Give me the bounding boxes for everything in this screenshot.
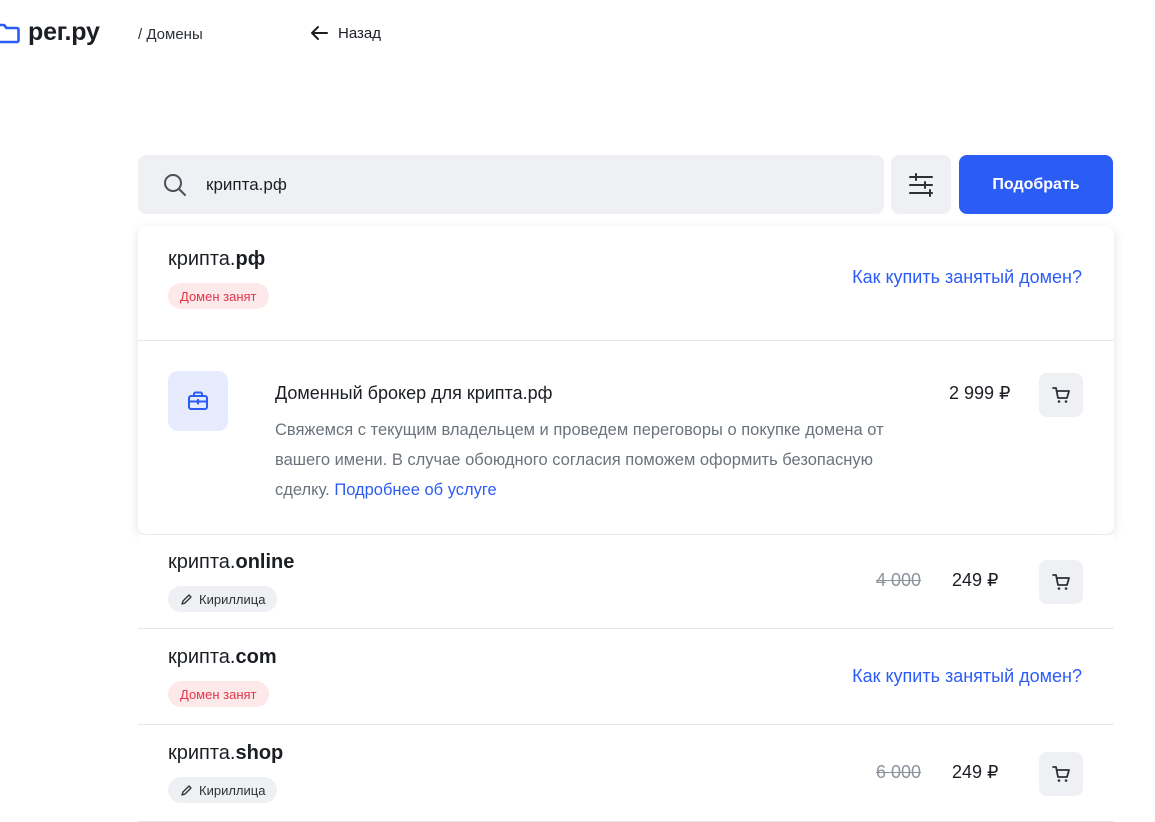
sliders-icon [909, 172, 933, 197]
result-row: крипта.com Домен занят Как купить заняты… [138, 629, 1114, 724]
result-row: крипта.online Кириллица 4 000 249 ₽ [138, 535, 1114, 628]
add-to-cart-button[interactable] [1039, 752, 1083, 796]
search-input[interactable] [206, 174, 846, 195]
cart-icon [1052, 766, 1070, 782]
broker-description: Свяжемся с текущим владельцем и проведем… [275, 421, 884, 499]
top-header: рег.ру / Домены Назад [0, 0, 1155, 66]
arrow-left-icon [311, 26, 328, 40]
pen-icon [181, 784, 192, 796]
broker-title: Доменный брокер для крипта.рф [275, 383, 553, 403]
price: 249 ₽ [952, 570, 999, 590]
cyrillic-badge: Кириллица [168, 586, 278, 612]
add-to-cart-button[interactable] [1039, 373, 1083, 417]
result-row: крипта.shop Кириллица 6 000 249 ₽ [138, 725, 1114, 822]
breadcrumb[interactable]: / Домены [138, 26, 203, 43]
cart-icon [1052, 574, 1070, 590]
back-button[interactable]: Назад [308, 22, 381, 44]
broker-icon-box [168, 371, 228, 431]
old-price: 6 000 [876, 762, 922, 782]
pick-button[interactable]: Подобрать [959, 155, 1113, 214]
how-to-buy-link[interactable]: Как купить занятый домен? [852, 666, 1082, 687]
domain-name: крипта.shop [168, 742, 284, 764]
status-badge-taken: Домен занят [168, 283, 269, 309]
result-row: крипта.рф Домен занят Как купить занятый… [138, 226, 1114, 340]
domain-name: крипта.com [168, 646, 277, 668]
domain-name: крипта.online [168, 551, 295, 573]
service-details-link[interactable]: Подробнее об услуге [334, 481, 496, 499]
filter-button[interactable] [891, 155, 951, 214]
pen-icon [181, 593, 192, 605]
results-list: крипта.рф Домен занят Как купить занятый… [138, 226, 1114, 822]
folder-logo-icon [0, 23, 20, 43]
old-price: 4 000 [876, 570, 922, 590]
search-icon [164, 173, 186, 196]
cyrillic-badge: Кириллица [168, 777, 278, 803]
status-badge-taken: Домен занят [168, 681, 269, 707]
price: 249 ₽ [952, 762, 999, 782]
domain-name: крипта.рф [168, 248, 266, 270]
add-to-cart-button[interactable] [1039, 560, 1083, 604]
back-label: Назад [338, 24, 381, 42]
search-bar [138, 155, 884, 214]
logo-text: рег.ру [28, 18, 100, 46]
logo[interactable]: рег.ру [0, 18, 100, 47]
how-to-buy-link[interactable]: Как купить занятый домен? [852, 267, 1082, 288]
price: 2 999 ₽ [949, 383, 1011, 403]
cart-icon [1052, 387, 1070, 403]
briefcase-icon [188, 391, 208, 410]
